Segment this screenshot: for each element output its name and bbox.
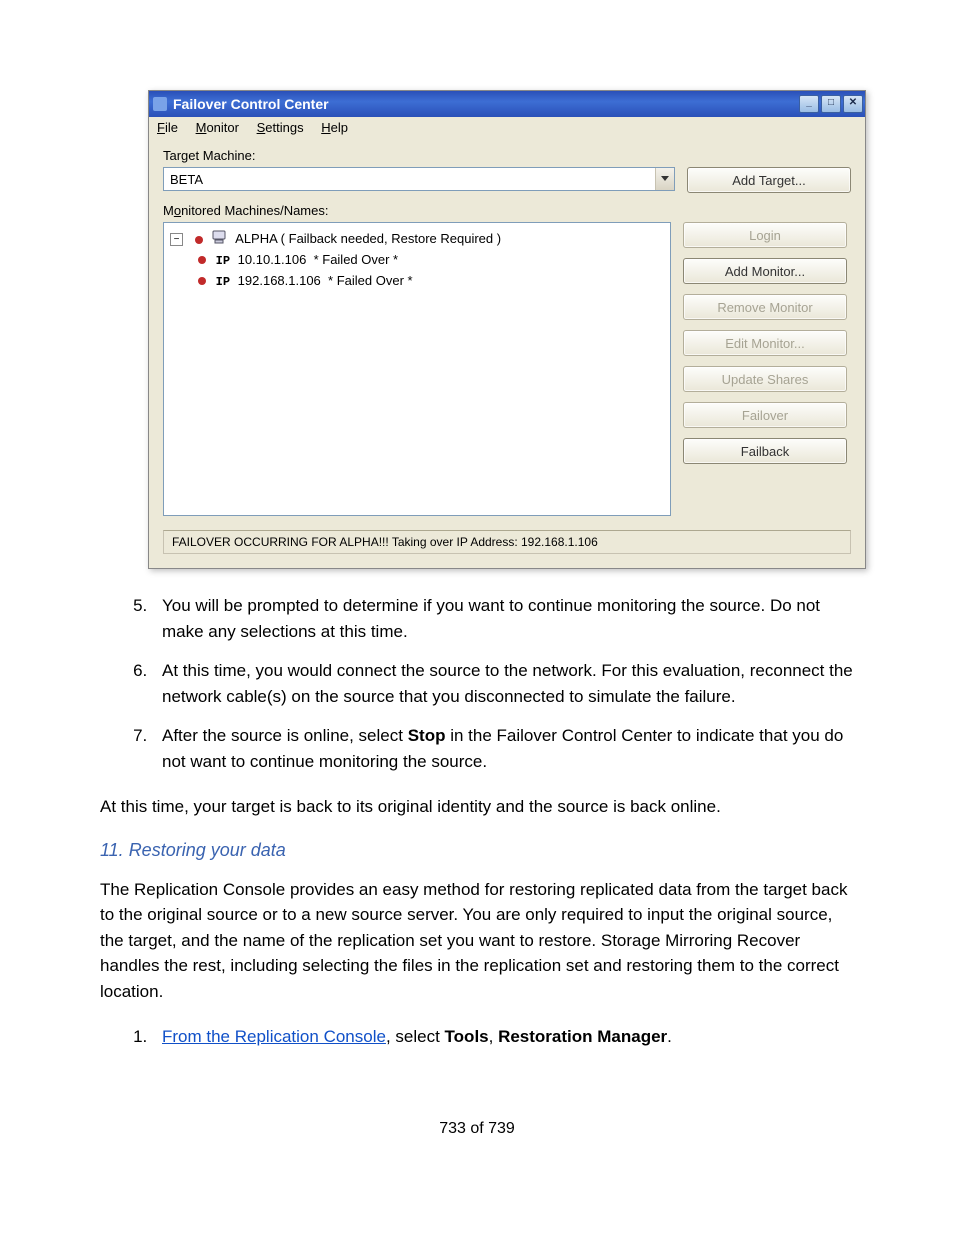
remove-monitor-button[interactable]: Remove Monitor [683,294,847,320]
window-title: Failover Control Center [173,96,329,112]
status-dot-icon [195,236,203,244]
menubar: File Monitor Settings Help [149,117,865,138]
add-target-button[interactable]: Add Target... [687,167,851,193]
section-heading: 11. Restoring your data [100,840,854,861]
ip-icon: IP [216,254,230,268]
status-dot-icon [198,256,206,264]
page-number: 733 of 739 [100,1120,854,1138]
computer-icon [212,230,228,250]
button-column: Login Add Monitor... Remove Monitor Edit… [683,222,851,516]
tree-root-label: ALPHA ( Failback needed, Restore Require… [235,231,501,246]
app-icon [153,97,167,111]
client-area: Target Machine: Add Target... Monitored … [149,138,865,568]
step-5: You will be prompted to determine if you… [152,593,854,644]
replication-console-link[interactable]: From the Replication Console [162,1027,386,1046]
minimize-button[interactable]: _ [799,95,819,113]
monitor-tree[interactable]: − ALPHA ( Failback needed, Restore Requi… [163,222,671,516]
ip-status: * Failed Over * [314,252,399,267]
close-button[interactable]: ✕ [843,95,863,113]
status-bar: FAILOVER OCCURRING FOR ALPHA!!! Taking o… [163,530,851,554]
page: Failover Control Center _ □ ✕ File Monit… [0,0,954,1178]
ip-address: 10.10.1.106 [238,252,307,267]
target-machine-combo[interactable] [163,167,675,191]
menu-settings[interactable]: Settings [257,120,304,135]
maximize-button[interactable]: □ [821,95,841,113]
window-controls: _ □ ✕ [799,95,863,113]
after-list-paragraph: At this time, your target is back to its… [100,794,854,820]
status-dot-icon [198,277,206,285]
target-machine-label: Target Machine: [163,148,851,163]
dropdown-caret-icon[interactable] [655,168,674,190]
monitored-label: Monitored Machines/Names: [163,203,851,218]
titlebar[interactable]: Failover Control Center _ □ ✕ [149,91,865,117]
tree-root-row[interactable]: − ALPHA ( Failback needed, Restore Requi… [170,229,664,250]
tree-child-1[interactable]: IP 10.10.1.106 * Failed Over * [170,250,664,271]
edit-monitor-button[interactable]: Edit Monitor... [683,330,847,356]
step-6: At this time, you would connect the sour… [152,658,854,709]
target-machine-input[interactable] [164,168,655,190]
menu-file[interactable]: File [157,120,178,135]
add-monitor-button[interactable]: Add Monitor... [683,258,847,284]
collapse-icon[interactable]: − [170,233,183,246]
menu-help[interactable]: Help [321,120,348,135]
ip-status: * Failed Over * [328,273,413,288]
failover-button[interactable]: Failover [683,402,847,428]
update-shares-button[interactable]: Update Shares [683,366,847,392]
step-list-second: From the Replication Console, select Too… [100,1024,854,1050]
failover-window: Failover Control Center _ □ ✕ File Monit… [148,90,866,569]
login-button[interactable]: Login [683,222,847,248]
ip-address: 192.168.1.106 [238,273,321,288]
tree-child-2[interactable]: IP 192.168.1.106 * Failed Over * [170,271,664,292]
step-1: From the Replication Console, select Too… [152,1024,854,1050]
step-list-first: You will be prompted to determine if you… [100,593,854,774]
step-7: After the source is online, select Stop … [152,723,854,774]
menu-monitor[interactable]: Monitor [196,120,239,135]
ip-icon: IP [216,275,230,289]
restore-paragraph: The Replication Console provides an easy… [100,877,854,1005]
failback-button[interactable]: Failback [683,438,847,464]
